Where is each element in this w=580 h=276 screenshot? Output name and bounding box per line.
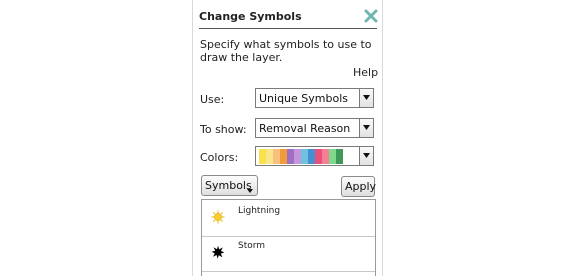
- list-item[interactable]: Storm: [202, 237, 375, 273]
- storm-splat-icon: [211, 244, 225, 259]
- color-swatch: [287, 149, 294, 164]
- apply-button[interactable]: Apply: [341, 176, 377, 197]
- color-swatch: [308, 149, 315, 164]
- panel-title: Change Symbols: [199, 10, 302, 23]
- lightning-sun-icon: [211, 209, 225, 224]
- list-item-label: Storm: [238, 241, 266, 251]
- close-icon[interactable]: [363, 8, 379, 24]
- list-item-label: Lightning: [238, 206, 281, 216]
- symbols-button[interactable]: Symbols: [201, 175, 258, 196]
- color-swatch: [336, 149, 343, 164]
- list-divider: [202, 271, 375, 272]
- use-select-value: Unique Symbols: [259, 92, 349, 105]
- color-swatch: [315, 149, 322, 164]
- color-swatch: [301, 149, 308, 164]
- symbol-list: Lightning Storm: [201, 199, 376, 276]
- panel-titlebar: Change Symbols: [199, 8, 379, 28]
- dropdown-arrow-icon[interactable]: [359, 119, 373, 137]
- caret-down-icon: [247, 183, 253, 196]
- to-show-label: To show:: [200, 123, 247, 136]
- panel-description: Specify what symbols to use to draw the …: [200, 38, 372, 64]
- color-swatch: [294, 149, 301, 164]
- symbols-button-label: Symbols: [205, 179, 252, 192]
- color-swatch: [273, 149, 280, 164]
- help-link[interactable]: Help: [353, 66, 378, 79]
- title-divider: [199, 28, 377, 29]
- change-symbols-panel: Change Symbols Specify what symbols to u…: [192, 0, 383, 276]
- color-swatch: [280, 149, 287, 164]
- use-label: Use:: [200, 93, 225, 106]
- apply-button-label: Apply: [345, 180, 377, 193]
- list-item[interactable]: Lightning: [202, 200, 375, 236]
- dropdown-arrow-icon[interactable]: [359, 147, 373, 165]
- color-swatch: [322, 149, 329, 164]
- dropdown-arrow-icon[interactable]: [359, 89, 373, 107]
- color-swatch: [329, 149, 336, 164]
- colors-select[interactable]: [255, 146, 374, 166]
- to-show-select[interactable]: Removal Reason: [255, 118, 374, 138]
- color-ramp: [259, 149, 343, 164]
- use-select[interactable]: Unique Symbols: [255, 88, 374, 108]
- color-swatch: [266, 149, 273, 164]
- to-show-select-value: Removal Reason: [259, 122, 351, 135]
- color-swatch: [259, 149, 266, 164]
- colors-label: Colors:: [200, 151, 239, 164]
